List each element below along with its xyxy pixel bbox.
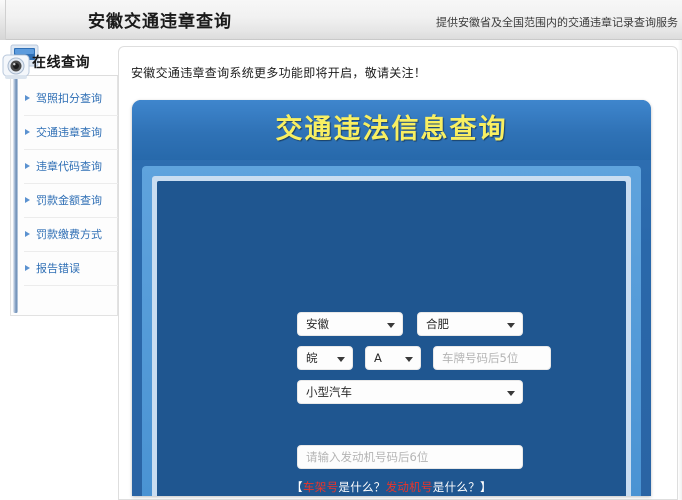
- app-title: 交通违法信息查询: [132, 100, 651, 160]
- bullet-arrow-icon: [25, 265, 30, 271]
- sidebar-item-label: 驾照扣分查询: [36, 92, 102, 105]
- header-left-accent: [0, 0, 6, 40]
- bullet-arrow-icon: [25, 163, 30, 169]
- page-title: 安徽交通违章查询: [88, 7, 232, 32]
- vin-help-link[interactable]: 车架号: [303, 480, 338, 494]
- city-value: 合肥: [426, 316, 449, 332]
- page-root: 安徽交通违章查询 提供安徽省及全国范围内的交通违章记录查询服务 在线查询 驾照扣…: [0, 0, 682, 500]
- sidebar-item-fine-amount[interactable]: 罚款金额查询: [24, 184, 120, 218]
- sidebar-item-label: 交通违章查询: [36, 126, 102, 139]
- chevron-down-icon: [507, 323, 515, 328]
- frame-outer: 安徽 合肥 皖: [142, 166, 641, 496]
- bullet-arrow-icon: [25, 197, 30, 203]
- location-row: 安徽 合肥: [297, 312, 523, 336]
- sidebar-heading: 在线查询: [32, 52, 90, 72]
- hint-close-bracket: 】: [480, 480, 492, 494]
- engine-number-row: 请输入发动机号码后6位: [297, 445, 523, 469]
- plate-prefix-value: 皖: [306, 350, 318, 366]
- frame-inner: 安徽 合肥 皖: [157, 181, 626, 496]
- sidebar-item-report-error[interactable]: 报告错误: [24, 252, 120, 286]
- vehicle-type-row: 小型汽车: [297, 380, 523, 404]
- sidebar-item-traffic-violation[interactable]: 交通违章查询: [24, 116, 120, 150]
- sidebar-item-payment-method[interactable]: 罚款缴费方式: [24, 218, 120, 252]
- bullet-arrow-icon: [25, 129, 30, 135]
- chevron-down-icon: [337, 357, 345, 362]
- plate-letter-select[interactable]: A: [365, 346, 421, 370]
- chevron-down-icon: [405, 357, 413, 362]
- site-slogan: 提供安徽省及全国范围内的交通违章记录查询服务: [436, 14, 678, 30]
- hint-mid-2: 是什么？: [433, 480, 480, 494]
- engine-number-input[interactable]: 请输入发动机号码后6位: [297, 445, 523, 469]
- plate-letter-value: A: [374, 351, 382, 365]
- plate-number-input[interactable]: 车牌号码后5位: [433, 346, 551, 370]
- query-app-panel: 交通违法信息查询 安徽 合肥: [132, 100, 651, 496]
- bullet-arrow-icon: [25, 231, 30, 237]
- province-value: 安徽: [306, 316, 329, 332]
- sidebar-item-label: 罚款缴费方式: [36, 228, 102, 241]
- sidebar-rail-decoration: [13, 78, 18, 313]
- hint-mid-1: 是什么？: [338, 480, 385, 494]
- engine-help-link[interactable]: 发动机号: [386, 480, 433, 494]
- city-select[interactable]: 合肥: [417, 312, 523, 336]
- bullet-arrow-icon: [25, 95, 30, 101]
- plate-prefix-select[interactable]: 皖: [297, 346, 353, 370]
- plate-number-placeholder: 车牌号码后5位: [442, 350, 518, 366]
- sidebar-item-label: 报告错误: [36, 262, 80, 275]
- page-right-edge: [678, 40, 682, 500]
- province-select[interactable]: 安徽: [297, 312, 403, 336]
- sidebar-item-label: 违章代码查询: [36, 160, 102, 173]
- hint-open-bracket: 【: [291, 480, 303, 494]
- chevron-down-icon: [387, 323, 395, 328]
- sidebar-item-label: 罚款金额查询: [36, 194, 102, 207]
- sidebar-nav: 驾照扣分查询 交通违章查询 违章代码查询 罚款金额查询 罚款缴费方式 报告错误: [24, 82, 120, 286]
- vehicle-type-value: 小型汽车: [306, 384, 352, 400]
- plate-row: 皖 A 车牌号码后5位: [297, 346, 551, 370]
- hint-line: 【车架号是什么？发动机号是什么？】: [157, 479, 626, 495]
- sidebar-item-violation-code[interactable]: 违章代码查询: [24, 150, 120, 184]
- app-title-bar: 交通违法信息查询: [132, 100, 651, 160]
- engine-number-placeholder: 请输入发动机号码后6位: [306, 449, 428, 465]
- notice-text: 安徽交通违章查询系统更多功能即将开启，敬请关注！: [131, 64, 426, 81]
- chevron-down-icon: [507, 391, 515, 396]
- sidebar-item-license-points[interactable]: 驾照扣分查询: [24, 82, 120, 116]
- vehicle-type-select[interactable]: 小型汽车: [297, 380, 523, 404]
- query-form: 安徽 合肥 皖: [157, 181, 626, 496]
- frame-middle: 安徽 合肥 皖: [152, 176, 631, 496]
